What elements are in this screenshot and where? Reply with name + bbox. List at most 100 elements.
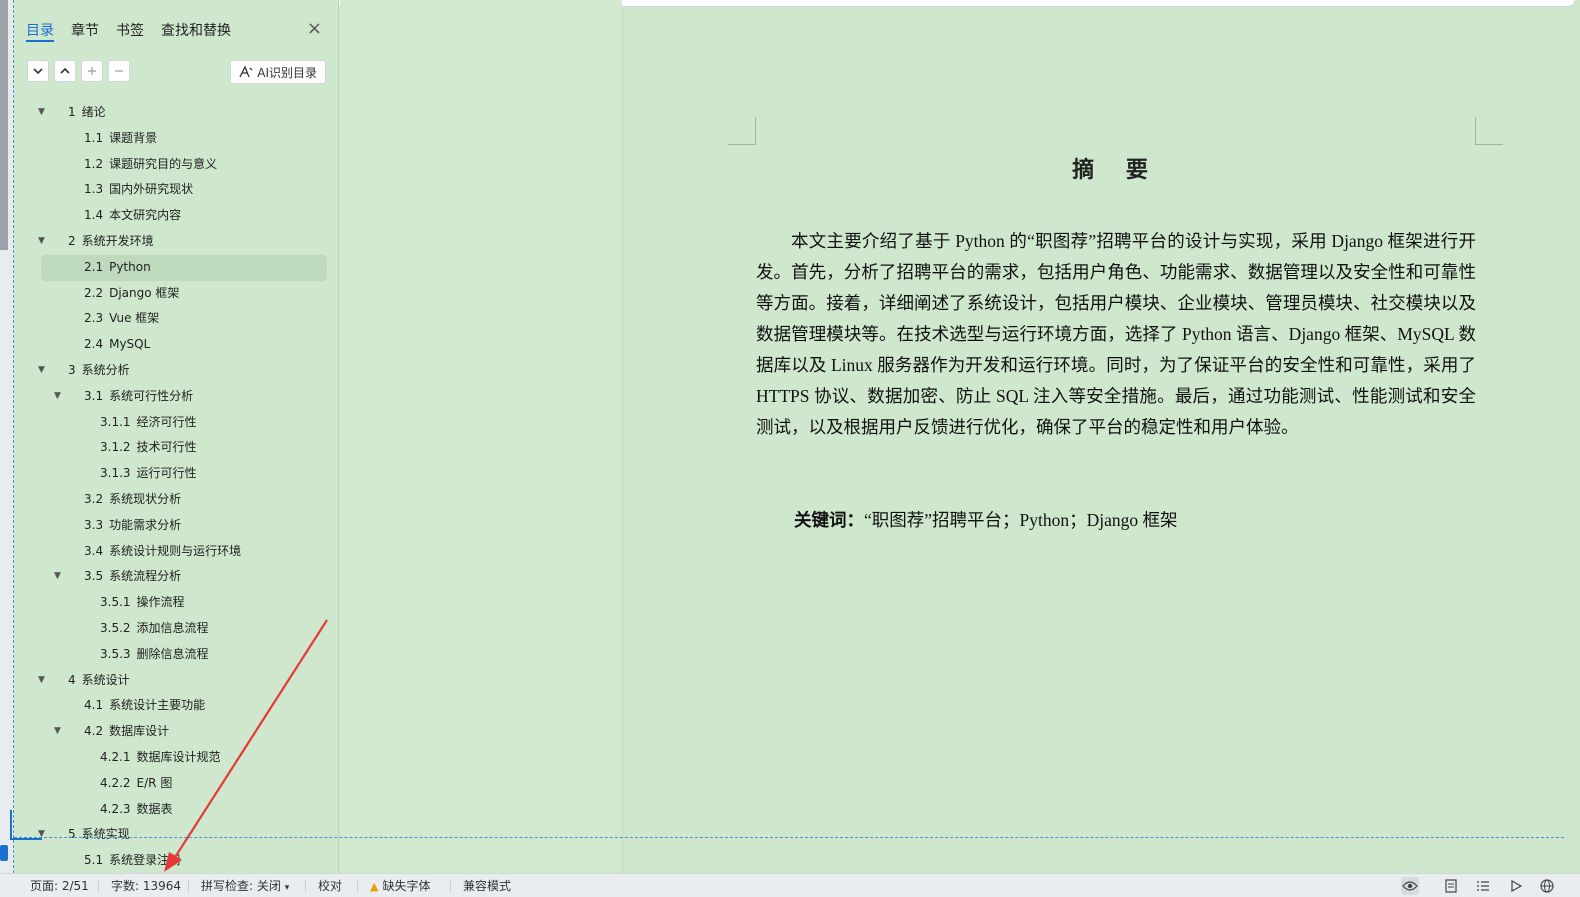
toc-item[interactable]: 2.4 MySQL xyxy=(14,332,330,358)
toc-item-label: 2.3 Vue 框架 xyxy=(84,306,159,332)
toc-item[interactable]: ▼ 4.2 数据库设计 xyxy=(14,719,330,745)
expand-triangle-icon[interactable]: ▼ xyxy=(54,384,64,410)
toc-item[interactable]: 1.4 本文研究内容 xyxy=(14,203,330,229)
toc-item-text: 系统登录注册 xyxy=(109,853,182,868)
toc-item[interactable]: 1.1 课题背景 xyxy=(14,126,330,152)
toc-item[interactable]: ▼ 3.1 系统可行性分析 xyxy=(14,384,330,410)
toc-item-text: 功能需求分析 xyxy=(109,517,182,532)
toc-item[interactable]: ▼ 3 系统分析 xyxy=(14,358,330,384)
toc-item-number: 1.4 xyxy=(84,208,104,223)
toc-item-number: 1 xyxy=(68,105,76,119)
toc-item-number: 3.5.3 xyxy=(100,646,131,661)
selection-dashed-line xyxy=(14,837,1564,838)
toc-item-label: 3.1.1 经济可行性 xyxy=(100,410,197,436)
toc-item-label: 1.1 课题背景 xyxy=(84,126,157,152)
outline-view-icon[interactable] xyxy=(1474,877,1492,895)
toc-item-text: 系统现状分析 xyxy=(109,491,182,506)
toc-item[interactable]: 3.3 功能需求分析 xyxy=(14,513,330,539)
spell-check-toggle[interactable]: 拼写检查: 关闭 ▾ xyxy=(201,874,289,897)
toc-item-text: 添加信息流程 xyxy=(136,620,209,635)
page-view-icon[interactable] xyxy=(1442,877,1460,895)
toc-item-text: 课题背景 xyxy=(109,130,158,145)
toc-item-label: 3.2 系统现状分析 xyxy=(84,487,181,513)
toc-item-label: 4.2.2 E/R 图 xyxy=(100,771,172,797)
toc-item[interactable]: 4.1 系统设计主要功能 xyxy=(14,693,330,719)
toc-item[interactable]: 2.3 Vue 框架 xyxy=(14,306,330,332)
toc-item-text: Python xyxy=(109,259,151,274)
toc-item[interactable]: ▼ 1 绪论 xyxy=(14,100,330,126)
tab-toc[interactable]: 目录 xyxy=(26,20,54,42)
page-gutter xyxy=(340,0,622,873)
toc-item[interactable]: 2.2 Django 框架 xyxy=(14,281,330,307)
compat-mode-label: 兼容模式 xyxy=(463,879,512,893)
word-count[interactable]: 字数: 13964 xyxy=(111,874,181,897)
page-count[interactable]: 页面: 2/51 xyxy=(30,874,89,897)
ai-button-label: AI识别目录 xyxy=(257,65,317,80)
toc-item-label: 3.5.3 删除信息流程 xyxy=(100,642,209,668)
ai-recognize-toc-button[interactable]: AI识别目录 xyxy=(230,60,326,84)
toc-item-label: 3.1.2 技术可行性 xyxy=(100,435,197,461)
toc-item[interactable]: 3.5.2 添加信息流程 xyxy=(14,616,330,642)
toc-item-number: 3.2 xyxy=(84,491,104,506)
collapse-up-button[interactable] xyxy=(54,60,76,82)
toc-item-label: 5 系统实现 xyxy=(68,822,130,848)
toc-item-label: 4.1 系统设计主要功能 xyxy=(84,693,205,719)
toc-item[interactable]: 3.5.3 删除信息流程 xyxy=(14,642,330,668)
toc-item[interactable]: 3.5.1 操作流程 xyxy=(14,590,330,616)
toc-item[interactable]: 3.2 系统现状分析 xyxy=(14,487,330,513)
toc-item-number: 3.4 xyxy=(84,543,104,558)
expand-triangle-icon[interactable]: ▼ xyxy=(38,229,48,255)
keywords-line: 关键词：“职图荐”招聘平台；Python；Django 框架 xyxy=(794,507,1178,532)
proofread-button[interactable]: 校对 xyxy=(318,874,342,897)
toc-item[interactable]: 4.2.1 数据库设计规范 xyxy=(14,745,330,771)
toc-item[interactable]: 3.4 系统设计规则与运行环境 xyxy=(14,539,330,565)
toc-item-text: Django 框架 xyxy=(109,285,180,300)
toc-item[interactable]: ▼ 5 系统实现 xyxy=(14,822,330,848)
eye-icon[interactable] xyxy=(1401,877,1419,895)
add-heading-button[interactable] xyxy=(81,60,103,82)
close-icon[interactable]: × xyxy=(307,18,322,39)
toc-item-number: 3.1.1 xyxy=(100,414,131,429)
tab-find-replace[interactable]: 查找和替换 xyxy=(161,20,231,42)
toc-item[interactable]: 4.2.2 E/R 图 xyxy=(14,771,330,797)
toc-item-label: 1.2 课题研究目的与意义 xyxy=(84,152,217,178)
missing-font-indicator[interactable]: ▲ 缺失字体 xyxy=(370,874,430,897)
toc-item-number: 3.5.1 xyxy=(100,595,131,610)
toc-item[interactable]: ▼ 4 系统设计 xyxy=(14,668,330,694)
globe-icon[interactable] xyxy=(1538,877,1556,895)
toc-item-number: 5 xyxy=(68,827,76,842)
toc-item[interactable]: 2.1 Python xyxy=(41,254,327,281)
expand-triangle-icon[interactable]: ▼ xyxy=(38,668,48,694)
ai-magic-icon xyxy=(239,66,253,78)
edge-badge-icon[interactable] xyxy=(0,845,8,861)
expand-triangle-icon[interactable]: ▼ xyxy=(54,564,64,590)
remove-heading-button[interactable] xyxy=(108,60,130,82)
toc-item[interactable]: ▼ 3.5 系统流程分析 xyxy=(14,564,330,590)
toc-item[interactable]: 4.2.3 数据表 xyxy=(14,797,330,823)
toc-item-number: 2 xyxy=(68,233,76,248)
toc-item[interactable]: 1.3 国内外研究现状 xyxy=(14,177,330,203)
warning-icon: ▲ xyxy=(370,880,379,893)
tab-bookmarks[interactable]: 书签 xyxy=(116,20,144,42)
toc-item[interactable]: 5.1 系统登录注册 xyxy=(14,848,330,873)
status-separator xyxy=(357,880,358,892)
expand-down-button[interactable] xyxy=(27,60,49,82)
tab-chapters[interactable]: 章节 xyxy=(71,20,99,42)
toc-item-number: 3.1 xyxy=(84,388,104,403)
expand-triangle-icon[interactable]: ▼ xyxy=(38,100,48,126)
toc-item-text: 数据库设计 xyxy=(109,724,170,739)
toc-item[interactable]: 3.1.1 经济可行性 xyxy=(14,410,330,436)
expand-triangle-icon[interactable]: ▼ xyxy=(54,719,64,745)
toc-item[interactable]: 3.1.3 运行可行性 xyxy=(14,461,330,487)
toc-item-text: 系统分析 xyxy=(81,362,130,377)
play-icon[interactable] xyxy=(1507,877,1525,895)
toc-item-text: 系统可行性分析 xyxy=(109,388,194,403)
toc-item-text: 本文研究内容 xyxy=(109,208,182,223)
keywords-text: “职图荐”招聘平台；Python；Django 框架 xyxy=(864,510,1178,530)
expand-triangle-icon[interactable]: ▼ xyxy=(38,358,48,384)
toc-item[interactable]: ▼ 2 系统开发环境 xyxy=(14,229,330,255)
page-corner-mark xyxy=(1475,117,1503,145)
toc-item[interactable]: 1.2 课题研究目的与意义 xyxy=(14,152,330,178)
toc-item-label: 2.4 MySQL xyxy=(84,332,150,358)
toc-item[interactable]: 3.1.2 技术可行性 xyxy=(14,435,330,461)
